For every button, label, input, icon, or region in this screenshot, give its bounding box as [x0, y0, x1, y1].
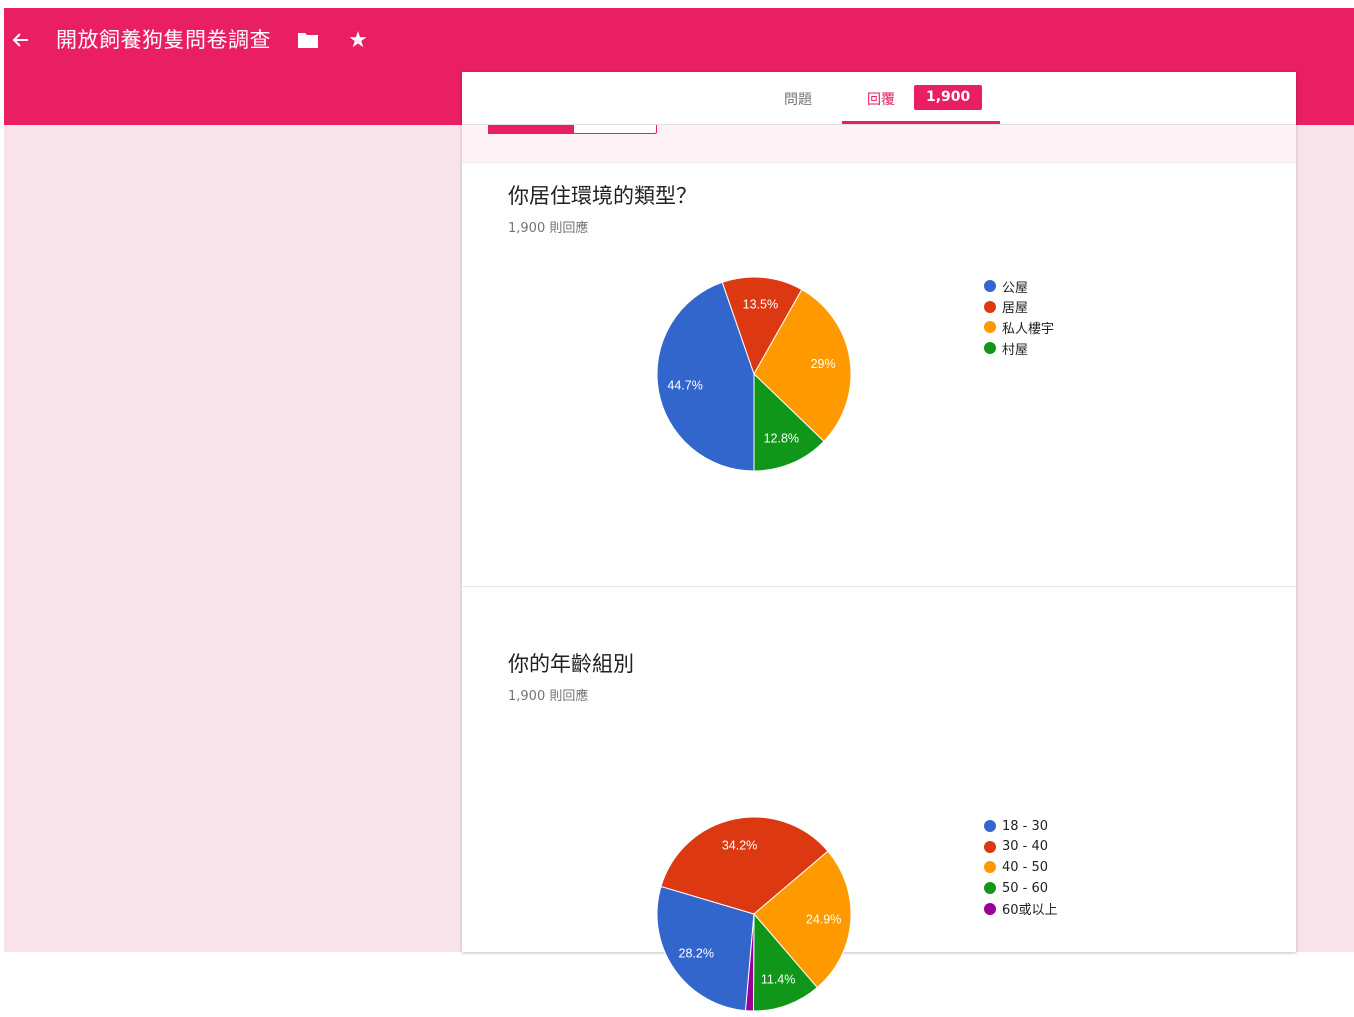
responses-card: 問題 回覆 1,900 你居住環境的類型？ 1,900 則回應 44.7% 13.…	[462, 72, 1296, 1012]
slice-label: 13.5%	[743, 297, 778, 311]
legend-label: 公屋	[1002, 280, 1029, 296]
slice-label: 24.9%	[806, 912, 841, 926]
legend-color-dot	[984, 882, 996, 895]
legend-label: 40 - 50	[1002, 859, 1049, 875]
tab-questions[interactable]: 問題	[784, 89, 812, 109]
view-toggle-area	[462, 124, 1296, 163]
legend-label: 18 - 30	[1002, 818, 1049, 834]
legend-item[interactable]: 30 - 40	[984, 837, 1058, 858]
legend-item[interactable]: 私人樓宇	[984, 317, 1054, 338]
form-title: 開放飼養狗隻問卷調查	[56, 28, 271, 52]
legend-item[interactable]: 60或以上	[984, 898, 1058, 919]
legend-item[interactable]: 居屋	[984, 297, 1054, 318]
legend-item[interactable]: 50 - 60	[984, 878, 1058, 899]
pie-chart: 28.2% 34.2% 24.9% 11.4%	[656, 816, 852, 1012]
legend-item[interactable]: 公屋	[984, 276, 1054, 297]
individual-toggle-button[interactable]	[573, 124, 657, 134]
tab-responses[interactable]: 回覆 1,900	[842, 72, 1000, 124]
legend-label: 居屋	[1002, 301, 1029, 317]
active-tab-indicator	[842, 121, 1000, 124]
slice-label: 29%	[811, 357, 836, 371]
question-title: 你居住環境的類型？	[508, 184, 697, 208]
slice-label: 28.2%	[679, 946, 714, 960]
response-count-text: 1,900 則回應	[508, 221, 589, 236]
question-summary: 你的年齡組別 1,900 則回應 28.2% 34.2% 24.9% 11.4% 18…	[462, 587, 1296, 1012]
legend-color-dot	[984, 342, 996, 355]
slice-label: 34.2%	[722, 839, 757, 853]
response-count-text: 1,900 則回應	[508, 689, 589, 704]
chart-legend: 公屋居屋私人樓宇村屋	[984, 276, 1054, 358]
question-title: 你的年齡組別	[508, 652, 634, 676]
legend-color-dot	[984, 840, 996, 853]
legend-label: 60或以上	[1002, 903, 1058, 919]
question-summary: 你居住環境的類型？ 1,900 則回應 44.7% 13.5% 29% 12.8% 公…	[462, 162, 1296, 587]
legend-color-dot	[984, 820, 996, 833]
legend-item[interactable]: 40 - 50	[984, 857, 1058, 878]
chart-legend: 18 - 30 30 - 40 40 - 50 50 - 60 60或以上	[984, 816, 1058, 919]
legend-item[interactable]: 村屋	[984, 338, 1054, 359]
legend-label: 50 - 60	[1002, 880, 1049, 896]
legend-color-dot	[984, 861, 996, 874]
legend-color-dot	[984, 902, 996, 915]
response-count-badge: 1,900	[914, 85, 983, 110]
pie-chart: 44.7% 13.5% 29% 12.8%	[656, 276, 852, 472]
legend-label: 私人樓宇	[1002, 321, 1055, 337]
legend-color-dot	[984, 321, 996, 334]
legend-item[interactable]: 18 - 30	[984, 816, 1058, 837]
summary-toggle-button[interactable]	[488, 124, 573, 134]
tab-bar: 問題 回覆 1,900	[462, 72, 1296, 125]
legend-color-dot	[984, 300, 996, 313]
folder-icon[interactable]	[296, 27, 320, 53]
legend-color-dot	[984, 280, 996, 293]
arrow-back-icon[interactable]	[7, 27, 35, 53]
slice-label: 44.7%	[667, 379, 702, 393]
star-icon[interactable]: ★	[345, 27, 371, 53]
legend-label: 村屋	[1002, 342, 1029, 358]
tab-responses-label: 回覆	[867, 92, 895, 108]
slice-label: 12.8%	[764, 431, 799, 445]
slice-label: 11.4%	[761, 973, 796, 987]
legend-label: 30 - 40	[1002, 839, 1049, 855]
